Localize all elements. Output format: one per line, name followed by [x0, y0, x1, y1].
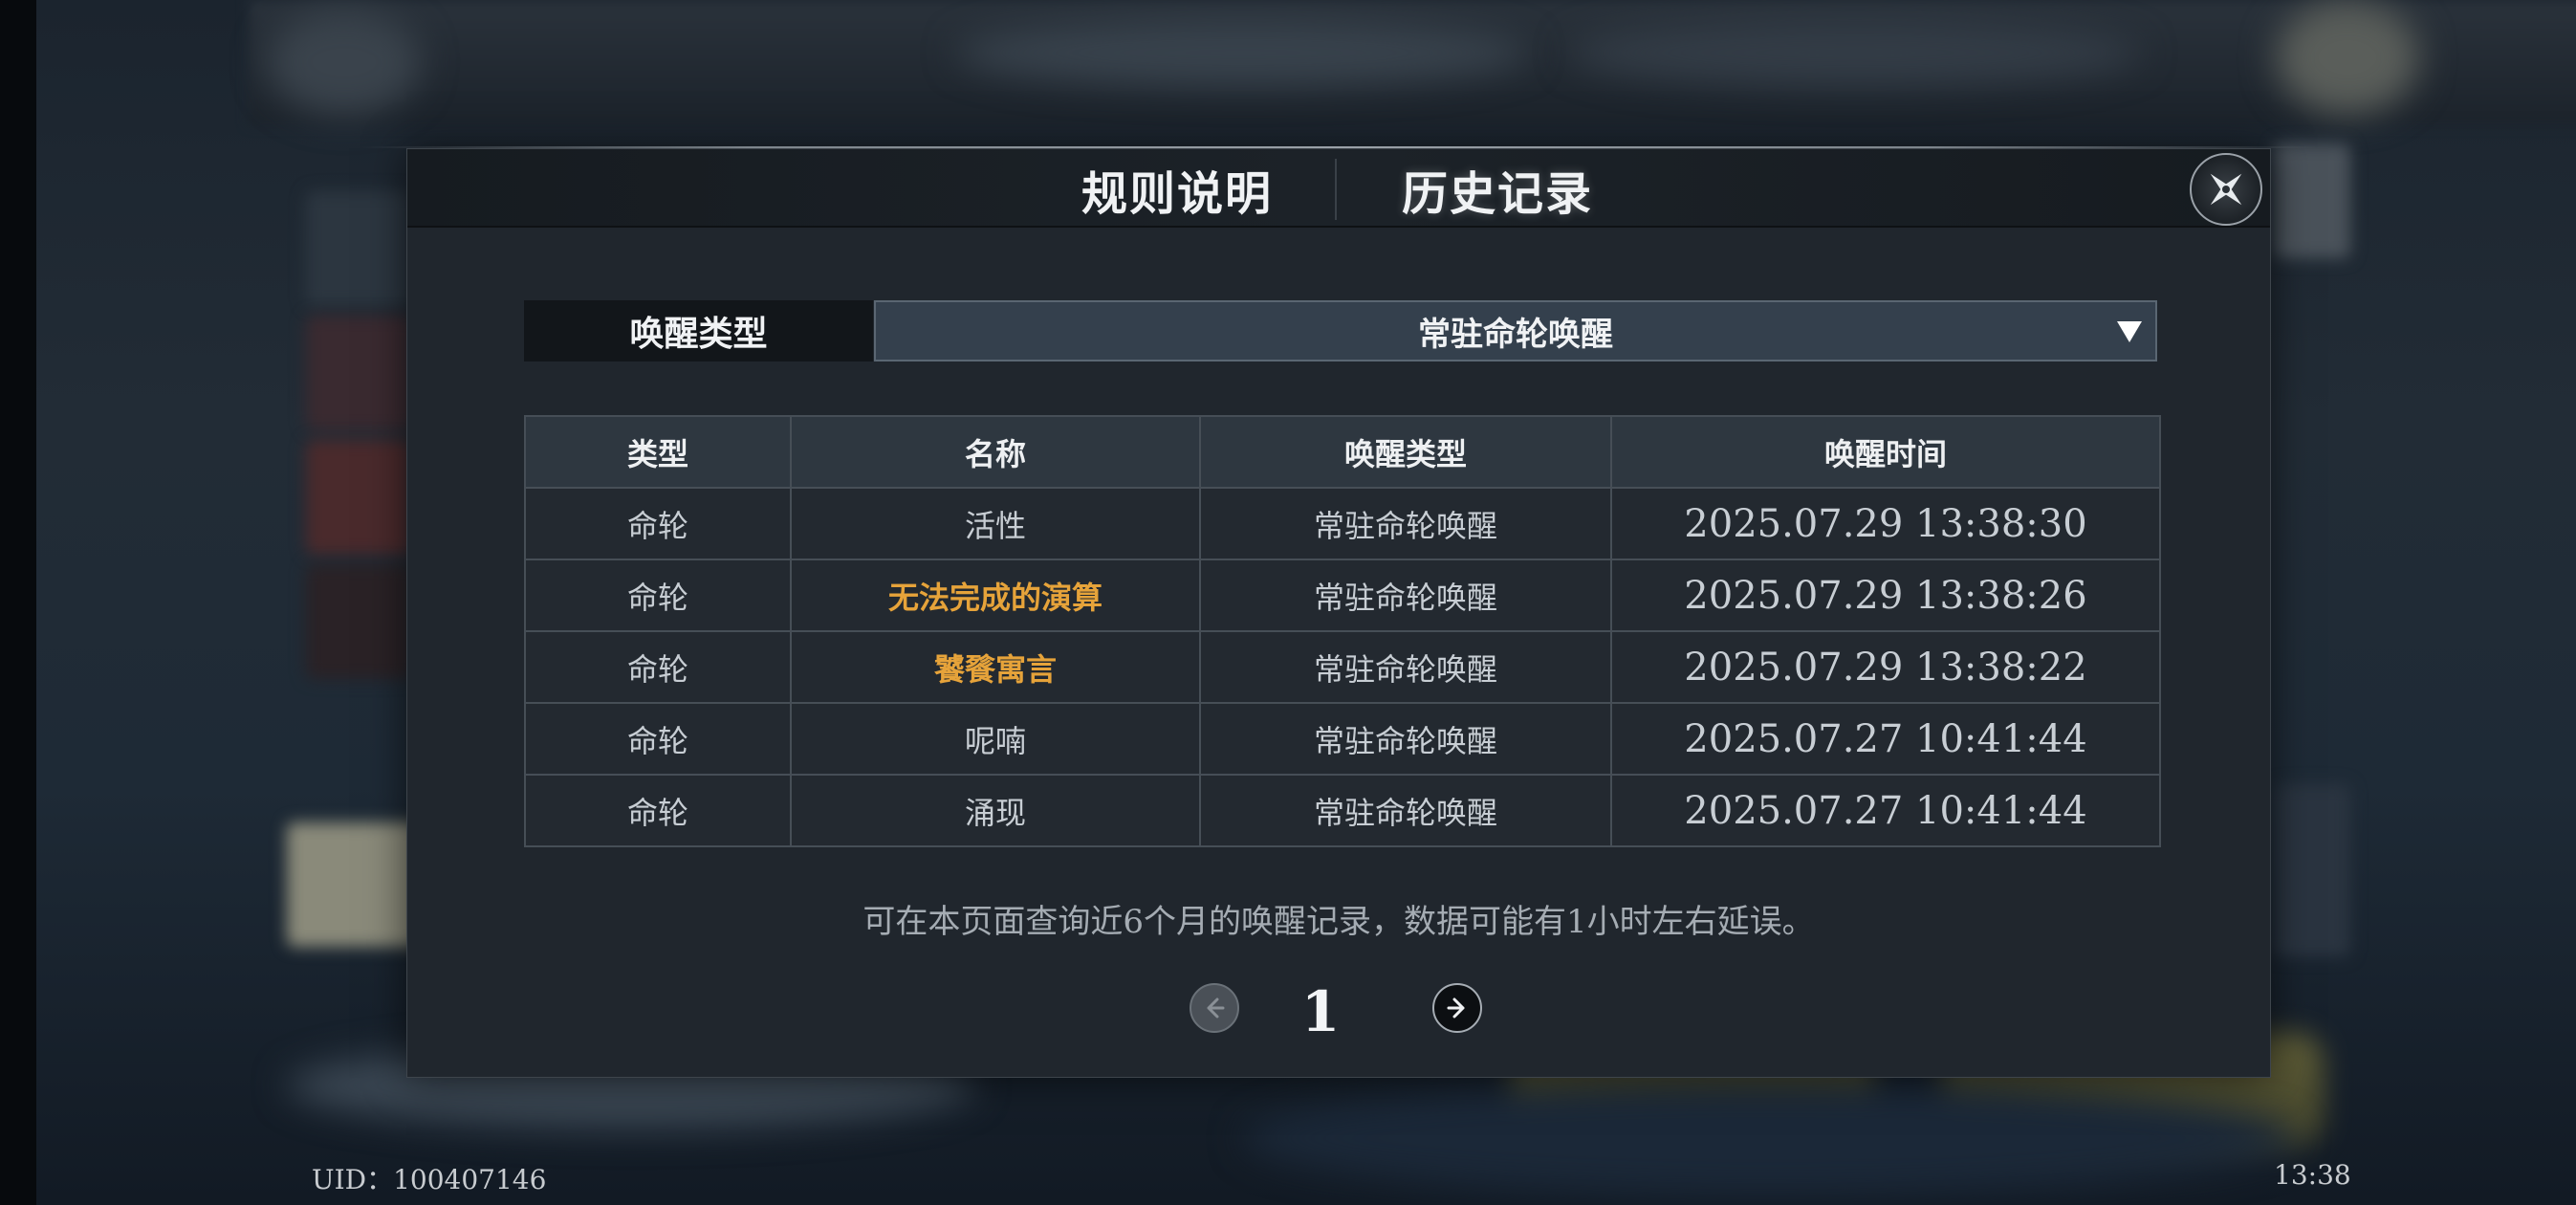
cell-time: 2025.07.27 10:41:44 — [1610, 774, 2161, 847]
tab-divider — [1335, 159, 1337, 220]
cell-type: 命轮 — [524, 559, 792, 632]
background-emblem — [268, 10, 421, 115]
cell-wake-type: 常驻命轮唤醒 — [1199, 774, 1612, 847]
table-row: 命轮 饕餮寓言 常驻命轮唤醒 2025.07.29 13:38:22 — [524, 630, 2161, 704]
column-header-name: 名称 — [790, 415, 1201, 489]
background-side-item — [2274, 143, 2350, 258]
table-row: 命轮 涌现 常驻命轮唤醒 2025.07.27 10:41:44 — [524, 774, 2161, 847]
history-dialog: 规则说明 历史记录 唤醒类型 常驻命轮唤醒 类型 名称 唤醒类型 唤醒时间 命轮… — [360, 146, 2320, 1078]
cell-wake-type: 常驻命轮唤醒 — [1199, 487, 1612, 560]
screen-edge — [0, 0, 36, 1205]
clock: 13:38 — [2274, 1159, 2351, 1191]
cell-wake-type: 常驻命轮唤醒 — [1199, 702, 1612, 776]
dialog-header: 规则说明 历史记录 — [360, 146, 2320, 228]
page-number: 1 — [1300, 979, 1341, 1044]
table-row: 命轮 呢喃 常驻命轮唤醒 2025.07.27 10:41:44 — [524, 702, 2161, 776]
arrow-right-icon — [1447, 997, 1465, 1019]
cell-name: 无法完成的演算 — [790, 559, 1201, 632]
tab-rules[interactable]: 规则说明 — [1019, 157, 1335, 222]
cell-name: 涌现 — [790, 774, 1201, 847]
cell-type: 命轮 — [524, 487, 792, 560]
background-side-item — [2274, 784, 2350, 956]
close-icon — [2210, 173, 2242, 206]
table-row: 命轮 活性 常驻命轮唤醒 2025.07.29 13:38:30 — [524, 487, 2161, 560]
column-header-type: 类型 — [524, 415, 792, 489]
wake-type-dropdown[interactable]: 常驻命轮唤醒 — [874, 300, 2157, 362]
column-header-wake-time: 唤醒时间 — [1610, 415, 2161, 489]
table-header-row: 类型 名称 唤醒类型 唤醒时间 — [524, 415, 2161, 489]
close-button[interactable] — [2190, 153, 2262, 226]
background-side-item — [306, 191, 411, 306]
uid-label: UID：100407146 — [312, 1164, 547, 1195]
header-divider — [360, 146, 2320, 148]
arrow-left-icon — [1207, 997, 1225, 1019]
cell-type: 命轮 — [524, 702, 792, 776]
triangle-down-icon — [2117, 321, 2142, 342]
filter-row: 唤醒类型 常驻命轮唤醒 — [524, 300, 2157, 362]
cell-wake-type: 常驻命轮唤醒 — [1199, 630, 1612, 704]
cell-time: 2025.07.27 10:41:44 — [1610, 702, 2161, 776]
tab-history[interactable]: 历史记录 — [1340, 157, 1655, 222]
background-icon-row — [956, 19, 1530, 86]
cell-wake-type: 常驻命轮唤醒 — [1199, 559, 1612, 632]
cell-time: 2025.07.29 13:38:22 — [1610, 630, 2161, 704]
next-page-button[interactable] — [1432, 983, 1482, 1033]
background-emblem — [2276, 0, 2419, 115]
background-icon-row — [1568, 19, 2142, 86]
background-side-item — [306, 564, 411, 679]
cell-name: 呢喃 — [790, 702, 1201, 776]
column-header-wake-type: 唤醒类型 — [1199, 415, 1612, 489]
cell-name: 活性 — [790, 487, 1201, 560]
cell-time: 2025.07.29 13:38:30 — [1610, 487, 2161, 560]
cell-time: 2025.07.29 13:38:26 — [1610, 559, 2161, 632]
background-side-item — [306, 316, 411, 430]
dropdown-value: 常驻命轮唤醒 — [1418, 315, 1613, 354]
table-row: 命轮 无法完成的演算 常驻命轮唤醒 2025.07.29 13:38:26 — [524, 559, 2161, 632]
cell-name: 饕餮寓言 — [790, 630, 1201, 704]
history-note: 可在本页面查询近6个月的唤醒记录，数据可能有1小时左右延误。 — [862, 903, 1815, 941]
filter-label: 唤醒类型 — [524, 300, 873, 362]
background-side-item — [306, 440, 411, 555]
history-table: 类型 名称 唤醒类型 唤醒时间 命轮 活性 常驻命轮唤醒 2025.07.29 … — [524, 415, 2161, 847]
prev-page-button[interactable] — [1190, 983, 1239, 1033]
cell-type: 命轮 — [524, 774, 792, 847]
pagination: 1 — [407, 974, 2270, 1050]
cell-type: 命轮 — [524, 630, 792, 704]
background-floor — [1243, 1081, 2295, 1195]
background-side-item — [287, 822, 421, 947]
